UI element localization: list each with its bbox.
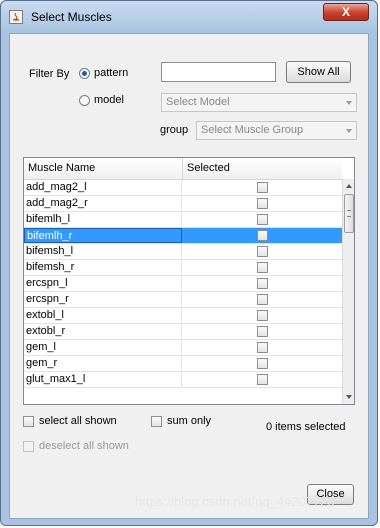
muscle-name-cell: bifemsh_r [24,260,182,275]
muscle-name-cell: extobl_l [24,308,182,323]
muscle-group-select[interactable]: Select Muscle Group [196,121,357,140]
scroll-thumb[interactable] [344,194,354,233]
muscle-name-cell: ercspn_l [24,276,182,291]
scroll-up-button[interactable] [343,179,354,193]
items-selected-count: 0 items selected [266,421,346,433]
selected-checkbox[interactable] [257,342,268,353]
model-radio[interactable] [79,95,90,106]
show-all-button[interactable]: Show All [286,61,351,83]
muscle-group-select-value: Select Muscle Group [201,124,304,136]
muscle-name-cell: ercspn_r [24,292,182,307]
selected-checkbox[interactable] [257,214,268,225]
selected-checkbox[interactable] [257,230,268,241]
select-all-shown-label: select all shown [39,415,117,427]
selected-checkbox[interactable] [257,358,268,369]
selected-checkbox[interactable] [257,374,268,385]
model-select[interactable]: Select Model [161,93,357,112]
pattern-radio[interactable] [79,68,90,79]
table-row[interactable]: bifemlh_l [24,212,342,228]
muscle-name-cell: gem_r [24,356,182,371]
model-select-value: Select Model [166,96,230,108]
muscle-name-cell: add_mag2_l [24,180,182,195]
table-row[interactable]: add_mag2_r [24,196,342,212]
table-row[interactable]: gem_l [24,340,342,356]
window-close-button[interactable]: X [323,3,369,21]
select-all-shown-checkbox[interactable] [23,416,34,427]
selected-checkbox[interactable] [257,182,268,193]
deselect-all-shown-label: deselect all shown [39,440,129,452]
sum-only-label: sum only [167,415,212,427]
chevron-down-icon [346,101,352,105]
model-radio-label: model [94,94,124,106]
table-row-highlighted[interactable]: bifemlh_r [24,228,342,244]
selected-checkbox[interactable] [257,246,268,257]
selected-checkbox[interactable] [257,294,268,305]
table-row[interactable]: extobl_r [24,324,342,340]
select-muscles-dialog: Select Muscles X Filter By pattern Show … [0,0,378,526]
selected-checkbox[interactable] [257,262,268,273]
watermark-text: https://blog.csdn.net/qq_44207726 [135,494,335,509]
table-scrollbar[interactable] [342,179,354,404]
table-row[interactable]: ercspn_r [24,292,342,308]
table-row[interactable]: bifemsh_l [24,244,342,260]
pattern-radio-label: pattern [94,67,129,79]
muscle-name-cell: bifemlh_l [24,212,182,227]
chevron-down-icon [346,129,352,133]
deselect-all-shown-checkbox[interactable] [23,441,34,452]
selected-checkbox[interactable] [257,326,268,337]
table-row[interactable]: glut_max1_l [24,372,342,388]
table-row[interactable]: gem_r [24,356,342,372]
muscle-name-cell: bifemlh_r [24,228,182,243]
arrow-down-icon [346,395,352,399]
filter-by-label: Filter By [29,68,70,80]
group-label: group [160,124,189,136]
muscle-name-cell: bifemsh_l [24,244,182,259]
selected-checkbox[interactable] [257,278,268,289]
sum-only-checkbox[interactable] [151,416,162,427]
window-title: Select Muscles [31,10,112,24]
title-bar[interactable]: Select Muscles X [1,1,377,33]
muscle-table: Muscle Name Selected add_mag2_l add_mag2… [23,157,355,405]
muscle-name-cell: gem_l [24,340,182,355]
scroll-down-button[interactable] [343,390,354,404]
java-app-icon [9,10,23,24]
selected-checkbox[interactable] [257,310,268,321]
selected-checkbox[interactable] [257,198,268,209]
column-header-muscle-name[interactable]: Muscle Name [24,158,183,179]
muscle-name-cell: add_mag2_r [24,196,182,211]
column-header-selected[interactable]: Selected [183,158,342,179]
table-row[interactable]: bifemsh_r [24,260,342,276]
table-row[interactable]: ercspn_l [24,276,342,292]
pattern-input[interactable] [161,62,276,82]
table-rows: add_mag2_l add_mag2_r bifemlh_l bifemlh_… [24,180,342,388]
dialog-body: Filter By pattern Show All model Select … [9,33,369,519]
table-header: Muscle Name Selected [24,158,342,180]
muscle-name-cell: glut_max1_l [24,372,182,387]
muscle-name-cell: extobl_r [24,324,182,339]
table-row[interactable]: add_mag2_l [24,180,342,196]
table-row[interactable]: extobl_l [24,308,342,324]
arrow-up-icon [346,184,352,188]
